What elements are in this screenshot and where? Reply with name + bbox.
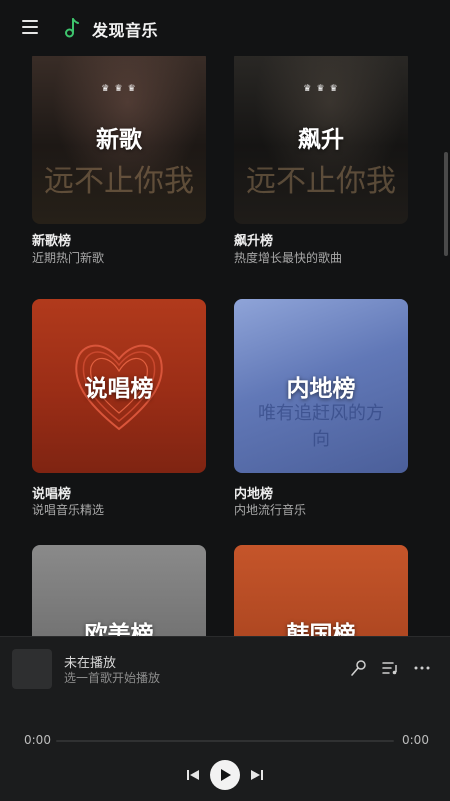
more-icon[interactable]: [413, 659, 431, 677]
cover-badge: ♛ ♛ ♛: [303, 84, 339, 94]
cover-title: 新歌: [96, 127, 142, 153]
play-icon: [221, 769, 231, 781]
chart-card-korea[interactable]: 韩国榜: [234, 545, 408, 636]
menu-icon[interactable]: [22, 20, 38, 34]
chart-description: 近期热门新歌: [32, 251, 105, 265]
scrollbar-thumb[interactable]: [444, 152, 448, 256]
cover-title: 说唱榜: [84, 376, 154, 402]
chart-cover: 说唱榜: [32, 299, 206, 473]
cover-title: 韩国榜: [286, 622, 356, 636]
chart-card-soaring[interactable]: ♛ ♛ ♛ 飙升 远不止你我 飙升榜 热度增长最快的歌曲: [234, 56, 408, 265]
play-button[interactable]: [210, 760, 240, 790]
cover-title: 欧美榜: [84, 622, 154, 636]
time-current: 0:00: [24, 733, 51, 747]
chart-card-new[interactable]: ♛ ♛ ♛ 新歌 远不止你我 新歌榜 近期热门新歌: [32, 56, 206, 265]
chart-name: 飙升榜: [234, 234, 274, 249]
cover-art-text: 远不止你我: [246, 164, 396, 199]
cover-title: 内地榜: [286, 376, 356, 402]
chart-cover: 内地榜 唯有追赶风的方向: [234, 299, 408, 473]
chart-cover: 韩国榜: [234, 545, 408, 636]
cover-art-text: 远不止你我: [44, 164, 194, 199]
page-title: 发现音乐: [92, 21, 159, 40]
chart-name: 说唱榜: [32, 487, 72, 502]
playlist-icon[interactable]: [381, 659, 399, 677]
player-bar: 未在播放 选一首歌开始播放 0:00 0:00: [0, 636, 450, 801]
chart-cover: 欧美榜: [32, 545, 206, 636]
chart-cover: ♛ ♛ ♛ 飙升 远不止你我: [234, 56, 408, 224]
cover-title: 飙升: [298, 127, 344, 153]
cover-art-text: 唯有追赶风的方向: [258, 403, 384, 450]
microphone-icon[interactable]: [350, 659, 368, 677]
next-icon[interactable]: [249, 767, 265, 783]
time-total: 0:00: [402, 733, 429, 747]
chart-description: 热度增长最快的歌曲: [234, 251, 343, 265]
album-art-placeholder: [12, 649, 52, 689]
music-note-icon: [65, 18, 79, 38]
chart-card-mainland[interactable]: 内地榜 唯有追赶风的方向 内地榜 内地流行音乐: [234, 299, 408, 517]
track-subtitle: 选一首歌开始播放: [64, 671, 161, 685]
progress-bar[interactable]: [56, 740, 394, 742]
chart-description: 内地流行音乐: [234, 503, 307, 517]
chart-name: 内地榜: [234, 487, 274, 502]
chart-cover: ♛ ♛ ♛ 新歌 远不止你我: [32, 56, 206, 224]
cover-badge: ♛ ♛ ♛: [101, 84, 137, 94]
chart-card-rap[interactable]: 说唱榜 说唱榜 说唱音乐精选: [32, 299, 206, 517]
previous-icon[interactable]: [185, 767, 201, 783]
chart-list[interactable]: ♛ ♛ ♛ 新歌 远不止你我 新歌榜 近期热门新歌 ♛ ♛ ♛ 飙升 远不止你我…: [0, 56, 450, 636]
chart-description: 说唱音乐精选: [32, 503, 105, 517]
chart-card-western[interactable]: 欧美榜: [32, 545, 206, 636]
top-bar: 发现音乐: [0, 0, 450, 56]
chart-name: 新歌榜: [32, 234, 72, 249]
